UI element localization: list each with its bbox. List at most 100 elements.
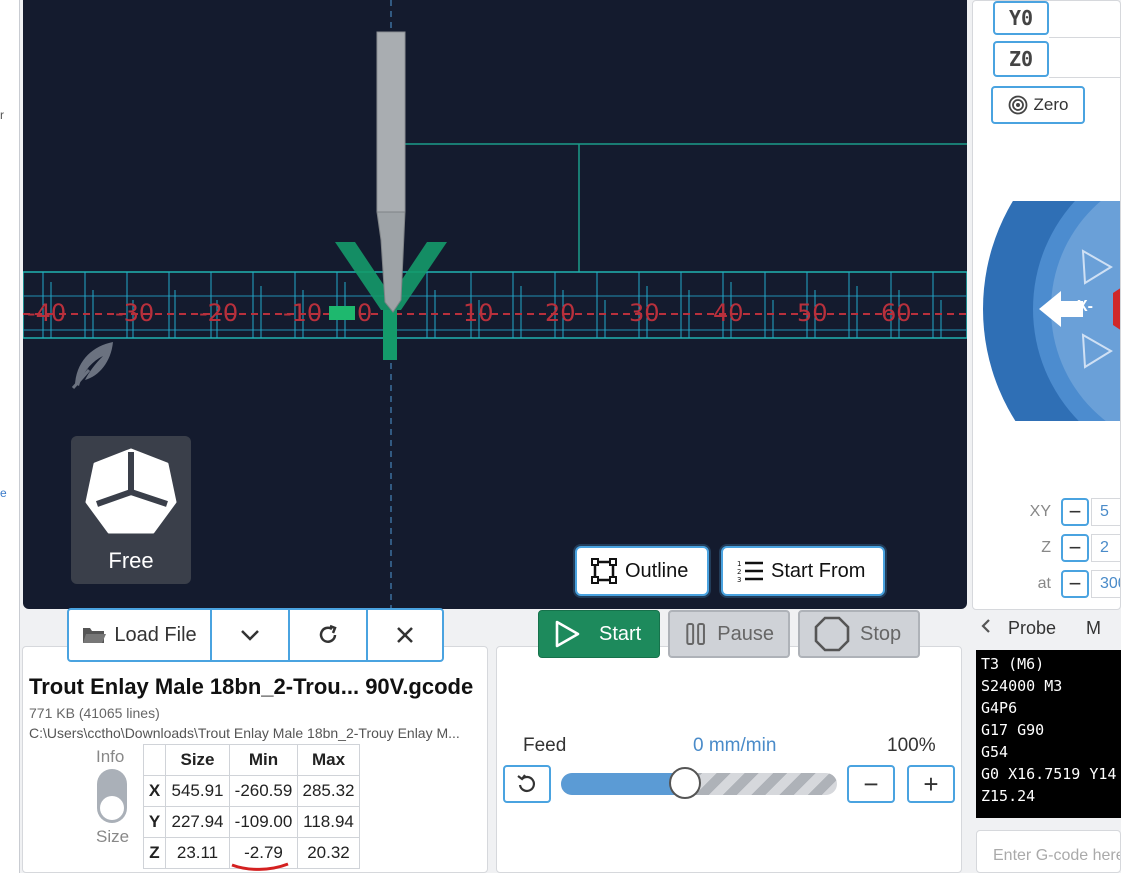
cube-view-icon <box>85 448 177 534</box>
z-step-value[interactable]: 2 <box>1091 534 1120 562</box>
start-from-button[interactable]: 1 2 3 Start From <box>721 546 885 596</box>
ruler-tick: -30 <box>115 299 155 327</box>
load-file-label: Load File <box>114 623 197 646</box>
feed-override-percent: 100% <box>887 735 936 756</box>
gcode-input[interactable]: Enter G-code here <box>976 830 1121 873</box>
svg-text:3: 3 <box>737 576 741 583</box>
file-title: Trout Enlay Male 18bn_2-Trou... 90V.gcod… <box>29 674 474 699</box>
file-size: 771 KB (41065 lines) <box>29 705 160 721</box>
play-icon <box>555 620 580 648</box>
min-cell: -109.00 <box>229 806 298 838</box>
feed-reset-button[interactable] <box>503 765 551 803</box>
axes-panel: Y0 Z0 Zero X- XY − 5 Z − 2 at − 30 <box>972 0 1121 610</box>
feed-step-label: at <box>1037 575 1051 592</box>
feed-label: Feed <box>523 735 567 756</box>
table-row: X 545.91 -260.59 285.32 <box>143 775 360 807</box>
outline-button[interactable]: Outline <box>575 546 709 596</box>
left-fragment-e: e <box>0 486 7 500</box>
tab-probe[interactable]: Probe <box>1008 618 1056 639</box>
feed-rate-value: 0 mm/min <box>693 735 777 756</box>
tab-next[interactable]: M <box>1086 618 1101 639</box>
toggle-size-label: Size <box>96 827 130 846</box>
file-toolbar: Load File <box>67 608 444 662</box>
console-line: Z15.24 <box>981 787 1036 805</box>
close-file-button[interactable] <box>368 610 442 660</box>
tool-tabs: Probe M <box>980 612 1101 644</box>
feed-slider-knob[interactable] <box>669 767 702 799</box>
max-cell: 118.94 <box>297 806 360 838</box>
bounds-table: Size Min Max X 545.91 -260.59 285.32 Y 2… <box>143 744 360 869</box>
zero-all-button[interactable]: Zero <box>991 86 1085 124</box>
feed-decrease-button[interactable]: − <box>847 765 895 803</box>
feed-increase-button[interactable]: + <box>907 765 955 803</box>
console-line: G0 X16.7519 Y14 <box>981 765 1117 783</box>
axis-divider <box>1049 77 1120 78</box>
gcode-console: T3 (M6) S24000 M3 G4P6 G17 G90 G54 G0 X16.751… <box>976 650 1121 818</box>
console-line: G4P6 <box>981 699 1018 717</box>
size-cell: 545.91 <box>165 775 230 807</box>
target-icon <box>1008 95 1027 115</box>
xy-step-value[interactable]: 5 <box>1091 498 1120 526</box>
zero-y-button[interactable]: Y0 <box>993 1 1049 35</box>
svg-text:1: 1 <box>737 560 741 568</box>
xy-step-label: XY <box>1029 503 1051 520</box>
start-button[interactable]: Start <box>538 610 660 658</box>
left-panel-edge: r e <box>0 0 20 873</box>
folder-open-icon <box>83 628 107 643</box>
axis-cell: X <box>143 775 166 807</box>
toggle-knob <box>100 796 124 820</box>
reload-file-button[interactable] <box>290 610 368 660</box>
3d-viewer[interactable]: -40 -30 -20 -10 0 10 20 30 40 50 60 Free <box>23 0 967 609</box>
jog-x-minus-label: X- <box>1077 298 1093 315</box>
svg-text:2: 2 <box>737 568 741 576</box>
ruler-tick: -10 <box>283 299 323 327</box>
console-line: S24000 M3 <box>981 677 1063 695</box>
camera-mode-button[interactable]: Free <box>71 436 191 584</box>
pause-button[interactable]: Pause <box>668 610 790 658</box>
ruler-tick: 40 <box>713 299 744 327</box>
table-header: Min <box>229 744 298 776</box>
table-row: Y 227.94 -109.00 118.94 <box>143 806 360 838</box>
red-underline-annotation <box>231 862 289 871</box>
load-file-button[interactable]: Load File <box>69 610 212 660</box>
z-step-decrease[interactable]: − <box>1061 534 1089 562</box>
recent-files-dropdown[interactable] <box>212 610 290 660</box>
zero-z-button[interactable]: Z0 <box>993 41 1049 77</box>
feed-slider-fill <box>561 773 686 795</box>
outline-icon <box>591 558 617 584</box>
max-cell: 20.32 <box>297 837 360 869</box>
table-header: Max <box>297 744 360 776</box>
camera-mode-label: Free <box>108 548 154 573</box>
feather-icon[interactable] <box>69 340 117 395</box>
pause-label: Pause <box>717 622 774 645</box>
left-fragment-r: r <box>0 108 4 122</box>
min-cell: -260.59 <box>229 775 298 807</box>
zero-all-label: Zero <box>1033 95 1069 114</box>
jog-wheel[interactable] <box>973 201 1121 421</box>
ruler-tick: 50 <box>797 299 828 327</box>
stop-jog-icon <box>1113 288 1120 330</box>
table-header: Size <box>165 744 230 776</box>
toggle-info-label: Info <box>96 747 125 766</box>
ruler-tick: 30 <box>629 299 660 327</box>
file-info-panel: Trout Enlay Male 18bn_2-Trou... 90V.gcod… <box>22 646 488 873</box>
pause-icon <box>686 623 705 645</box>
info-size-toggle[interactable] <box>97 769 127 823</box>
feed-panel: Feed 0 mm/min 100% − + <box>496 646 962 873</box>
size-cell: 227.94 <box>165 806 230 838</box>
xy-step-decrease[interactable]: − <box>1061 498 1089 526</box>
max-cell: 285.32 <box>297 775 360 807</box>
ruler-tick: 60 <box>881 299 912 327</box>
ruler-tick: -20 <box>199 299 239 327</box>
z-step-label: Z <box>1041 539 1051 556</box>
close-icon <box>397 627 413 643</box>
axis-cell: Y <box>143 806 166 838</box>
ruler-tick: 20 <box>545 299 576 327</box>
chevron-down-icon <box>241 630 259 641</box>
feed-step-decrease[interactable]: − <box>1061 570 1089 598</box>
stop-button[interactable]: Stop <box>798 610 920 658</box>
console-line: G17 G90 <box>981 721 1045 739</box>
tabs-scroll-left[interactable] <box>980 618 992 639</box>
feed-step-value[interactable]: 300 <box>1091 570 1120 598</box>
ruler-tick: 10 <box>463 299 494 327</box>
